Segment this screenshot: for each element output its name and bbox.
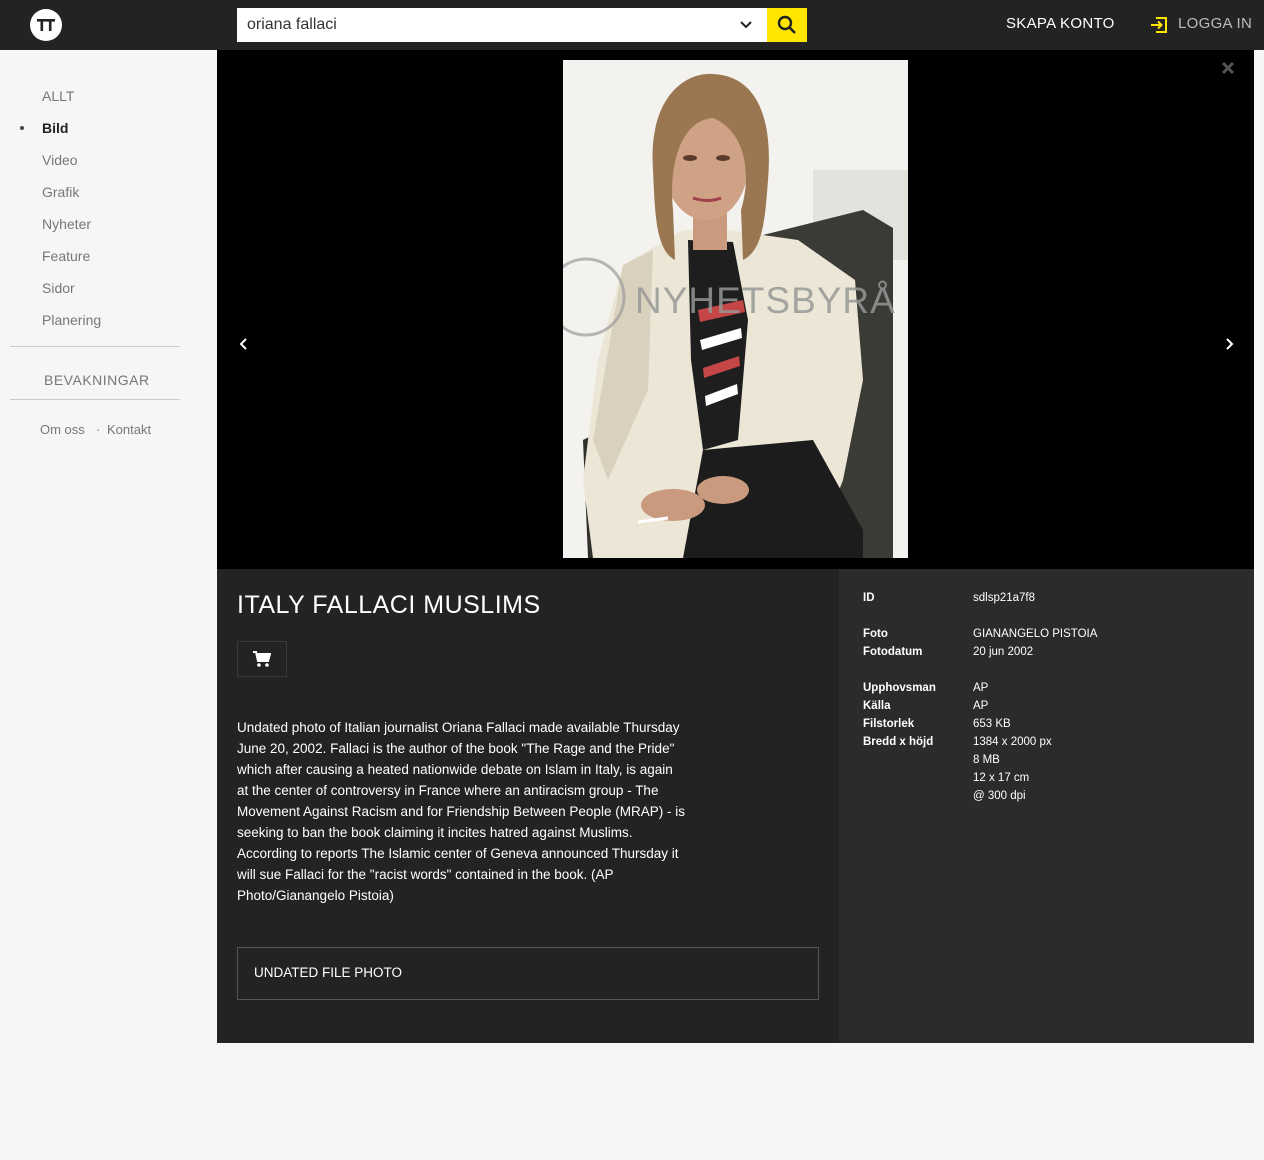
metadata-panel: ID sdlsp21a7f8 Foto GIANANGELO PISTOIA F…: [839, 569, 1254, 1043]
add-to-cart-button[interactable]: [237, 641, 287, 677]
cart-icon: [253, 651, 271, 667]
search-button[interactable]: [767, 8, 807, 42]
create-account-link[interactable]: SKAPA KONTO: [1006, 15, 1115, 32]
tt-logo[interactable]: [30, 9, 62, 41]
meta-value-dim-px: 1384 x 2000 px: [973, 736, 1052, 748]
sidebar-divider: [10, 346, 180, 347]
meta-label-fotodatum: Fotodatum: [863, 646, 923, 658]
nav-item-bild[interactable]: Bild: [42, 120, 68, 136]
nav-item-feature[interactable]: Feature: [42, 248, 90, 264]
meta-label-kalla: Källa: [863, 700, 891, 712]
chevron-left-icon[interactable]: [237, 337, 249, 351]
main-photo[interactable]: NYHETSBYRÅ: [563, 60, 908, 558]
nav-item-video[interactable]: Video: [42, 152, 78, 168]
photo-description: Undated photo of Italian journalist Oria…: [237, 720, 685, 903]
search-input[interactable]: [237, 8, 762, 42]
close-icon[interactable]: [1220, 60, 1236, 76]
watermark-text: NYHETSBYRÅ: [635, 280, 896, 321]
meta-value-dim-dpi: @ 300 dpi: [973, 790, 1026, 802]
headline: ITALY FALLACI MUSLIMS: [237, 591, 541, 619]
nav-item-grafik[interactable]: Grafik: [42, 184, 79, 200]
contact-link[interactable]: Kontakt: [107, 422, 151, 437]
sidebar: ALLT Bild Video Grafik Nyheter Feature S…: [0, 50, 217, 1160]
meta-value-dim-cm: 12 x 17 cm: [973, 772, 1030, 784]
nav-item-allt[interactable]: ALLT: [42, 88, 74, 104]
about-link[interactable]: Om oss: [40, 422, 85, 437]
category-tag: UNDATED FILE PHOTO: [237, 947, 819, 1000]
meta-value-foto: GIANANGELO PISTOIA: [973, 628, 1098, 640]
meta-value-id: sdlsp21a7f8: [973, 592, 1036, 604]
login-label: LOGGA IN: [1178, 15, 1253, 32]
login-icon: [1151, 17, 1167, 33]
chevron-right-icon[interactable]: [1224, 337, 1236, 351]
meta-label-dimensions: Bredd x höjd: [863, 736, 934, 748]
category-tag-label: UNDATED FILE PHOTO: [254, 965, 403, 980]
watches-link[interactable]: BEVAKNINGAR: [44, 372, 150, 388]
search-bar: [237, 8, 807, 42]
sidebar-divider: [10, 399, 180, 400]
article-panel: ITALY FALLACI MUSLIMS Undated photo of I…: [217, 569, 839, 1043]
meta-value-upphovsman: AP: [973, 682, 989, 694]
meta-label-filstorlek: Filstorlek: [863, 718, 915, 730]
image-viewer: NYHETSBYRÅ: [217, 50, 1254, 569]
tt-logo-icon: [37, 19, 55, 31]
nav-item-sidor[interactable]: Sidor: [42, 280, 75, 296]
nav-item-planering[interactable]: Planering: [42, 312, 101, 328]
top-bar: SKAPA KONTO LOGGA IN: [0, 0, 1264, 50]
meta-label-foto: Foto: [863, 628, 888, 640]
footer-separator: ·: [96, 422, 101, 437]
search-icon: [777, 15, 796, 34]
nav-item-nyheter[interactable]: Nyheter: [42, 216, 91, 232]
meta-value-fotodatum: 20 jun 2002: [973, 646, 1034, 658]
active-bullet: [20, 126, 24, 130]
meta-label-upphovsman: Upphovsman: [863, 682, 936, 694]
meta-value-kalla: AP: [973, 700, 989, 712]
meta-value-dim-mb: 8 MB: [973, 754, 1000, 766]
meta-label-id: ID: [863, 592, 875, 604]
chevron-down-icon[interactable]: [737, 16, 755, 34]
meta-value-filstorlek: 653 KB: [973, 718, 1011, 730]
